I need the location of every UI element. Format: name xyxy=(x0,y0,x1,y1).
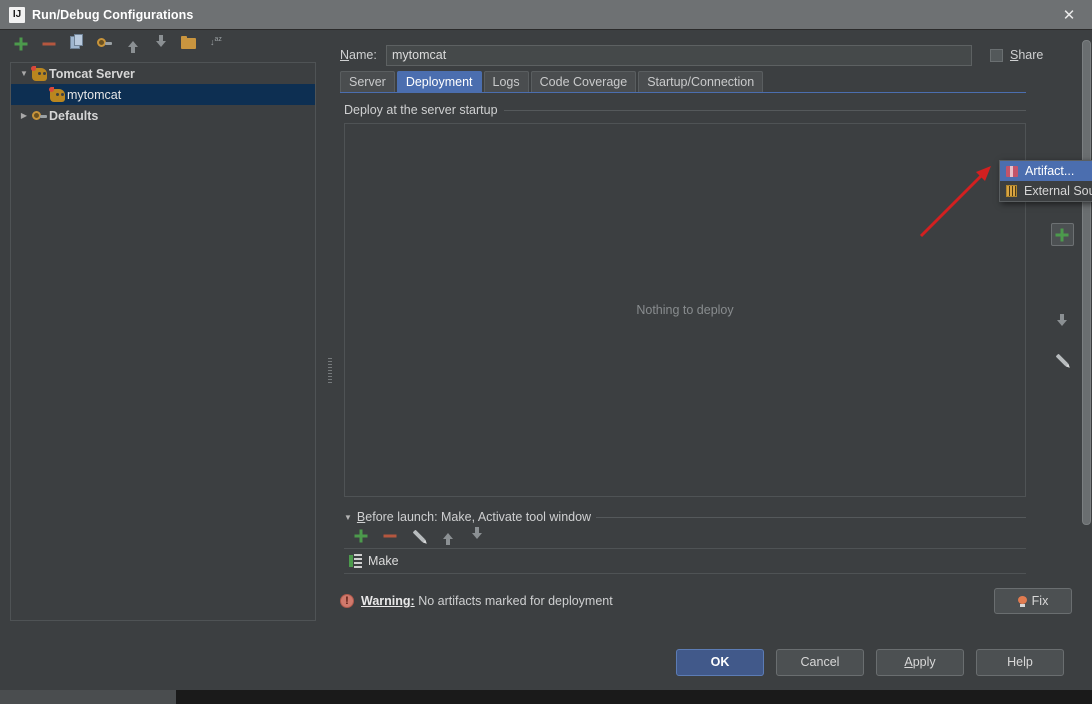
tree-node-defaults[interactable]: ▶ Defaults xyxy=(11,105,315,126)
tree-node-label: Tomcat Server xyxy=(49,66,135,81)
fix-button-label: Fix xyxy=(1031,594,1049,608)
remove-configuration-button[interactable] xyxy=(40,35,57,52)
edit-defaults-button[interactable] xyxy=(96,35,113,52)
wrench-icon xyxy=(31,108,49,124)
move-down-artifact-button[interactable] xyxy=(1052,312,1073,333)
dialog-body: ↓az ▼ Tomcat Server mytomcat ▶ Defaults … xyxy=(0,30,1092,634)
configuration-tabs: Server Deployment Logs Code Coverage Sta… xyxy=(340,70,1082,92)
warning-row: ! Warning: No artifacts marked for deplo… xyxy=(340,588,1072,614)
tree-node-label: mytomcat xyxy=(67,87,122,102)
dialog-title: Run/Debug Configurations xyxy=(32,7,194,22)
create-folder-button[interactable] xyxy=(180,35,197,52)
before-launch-task-label: Make xyxy=(368,554,399,568)
tree-node-tomcat-server[interactable]: ▼ Tomcat Server xyxy=(11,63,315,84)
make-icon xyxy=(349,554,362,568)
close-icon[interactable]: ✕ xyxy=(1046,0,1092,29)
deployment-list[interactable]: Nothing to deploy xyxy=(344,123,1026,497)
menu-item-label: Artifact... xyxy=(1025,164,1075,178)
tab-code-coverage[interactable]: Code Coverage xyxy=(530,71,637,92)
edit-artifact-button[interactable] xyxy=(1052,349,1073,370)
chevron-down-icon[interactable]: ▼ xyxy=(17,69,31,78)
chevron-right-icon[interactable]: ▶ xyxy=(17,111,31,120)
tomcat-icon xyxy=(49,86,67,103)
deploy-group-title: Deploy at the server startup xyxy=(344,103,498,117)
warning-prefix: Warning: xyxy=(361,594,415,608)
add-deployment-popup-menu[interactable]: Artifact... External Sou xyxy=(999,160,1092,202)
before-launch-task-list[interactable]: Make xyxy=(344,548,1026,574)
share-checkbox-row[interactable]: Share xyxy=(990,48,1076,62)
artifact-icon xyxy=(1006,165,1018,177)
move-down-button[interactable] xyxy=(152,34,169,52)
scrollbar-thumb[interactable] xyxy=(1082,40,1091,525)
sort-configurations-button[interactable]: ↓az xyxy=(208,35,225,52)
lightbulb-icon xyxy=(1017,595,1027,607)
apply-button[interactable]: Apply xyxy=(876,648,964,676)
tab-logs[interactable]: Logs xyxy=(483,71,529,92)
share-label: Share xyxy=(1010,48,1044,62)
before-launch-header[interactable]: ▼ Before launch: Make, Activate tool win… xyxy=(344,510,1026,524)
group-separator xyxy=(596,516,1026,518)
warning-text: Warning: No artifacts marked for deploym… xyxy=(361,594,613,608)
warning-message: No artifacts marked for deployment xyxy=(418,594,613,608)
intellij-app-icon: IJ xyxy=(9,6,25,23)
tree-node-mytomcat[interactable]: mytomcat xyxy=(11,84,315,105)
deploy-group-header: Deploy at the server startup xyxy=(344,103,1026,117)
configurations-panel: ↓az ▼ Tomcat Server mytomcat ▶ Defaults xyxy=(0,30,326,634)
move-task-up-button[interactable] xyxy=(439,528,456,545)
remove-before-launch-task-button[interactable] xyxy=(381,528,398,545)
splitter-grip-icon[interactable] xyxy=(328,358,332,384)
share-checkbox[interactable] xyxy=(990,48,1003,62)
tree-node-label: Defaults xyxy=(49,108,99,123)
name-input[interactable] xyxy=(386,44,972,66)
chevron-down-icon[interactable]: ▼ xyxy=(344,513,352,522)
run-debug-configurations-dialog: IJ Run/Debug Configurations ✕ ↓az ▼ Tomc… xyxy=(0,0,1092,690)
dialog-titlebar: IJ Run/Debug Configurations ✕ xyxy=(0,0,1092,30)
menu-item-external-source[interactable]: External Sou xyxy=(1000,181,1092,201)
empty-state-text: Nothing to deploy xyxy=(636,303,734,317)
group-separator xyxy=(503,109,1026,111)
desktop-background: IJ Run/Debug Configurations ✕ ↓az ▼ Tomc… xyxy=(0,0,1092,704)
add-before-launch-task-button[interactable] xyxy=(352,528,369,545)
edit-before-launch-task-button[interactable] xyxy=(410,528,427,545)
panel-splitter[interactable] xyxy=(326,30,334,634)
name-row: NName:ame: Share xyxy=(334,40,1082,70)
configurations-tree[interactable]: ▼ Tomcat Server mytomcat ▶ Defaults xyxy=(10,62,316,621)
tab-startup-connection[interactable]: Startup/Connection xyxy=(638,71,764,92)
add-artifact-button[interactable] xyxy=(1050,223,1074,246)
taskbar-item[interactable] xyxy=(0,690,176,704)
configurations-toolbar: ↓az xyxy=(0,30,326,57)
configuration-editor-panel: NName:ame: Share Server Deployment Logs … xyxy=(334,30,1092,634)
before-launch-toolbar xyxy=(352,524,1082,548)
cancel-button[interactable]: Cancel xyxy=(776,648,864,676)
editor-scrollbar[interactable] xyxy=(1081,40,1092,525)
move-up-button[interactable] xyxy=(124,35,141,53)
external-source-icon xyxy=(1006,185,1017,197)
ok-button[interactable]: OK xyxy=(676,648,764,676)
os-taskbar xyxy=(0,690,1092,704)
deployment-tab-content: Deploy at the server startup Nothing to … xyxy=(340,93,1082,634)
copy-configuration-button[interactable] xyxy=(68,34,85,52)
help-button[interactable]: Help xyxy=(976,648,1064,676)
name-label: NName:ame: xyxy=(340,48,377,62)
add-configuration-button[interactable] xyxy=(12,35,29,52)
before-launch-label: Before launch: Make, Activate tool windo… xyxy=(356,510,592,524)
dialog-button-bar: OK Cancel Apply Help xyxy=(0,634,1092,690)
move-task-down-button[interactable] xyxy=(468,527,485,545)
menu-item-artifact[interactable]: Artifact... xyxy=(1000,161,1092,181)
tab-server[interactable]: Server xyxy=(340,71,395,92)
warning-icon: ! xyxy=(340,594,354,608)
tab-deployment[interactable]: Deployment xyxy=(396,71,482,92)
deployment-list-toolbar xyxy=(1050,223,1074,370)
fix-button[interactable]: Fix xyxy=(994,588,1072,614)
tomcat-icon xyxy=(31,65,49,82)
menu-item-label: External Sou xyxy=(1024,184,1092,198)
